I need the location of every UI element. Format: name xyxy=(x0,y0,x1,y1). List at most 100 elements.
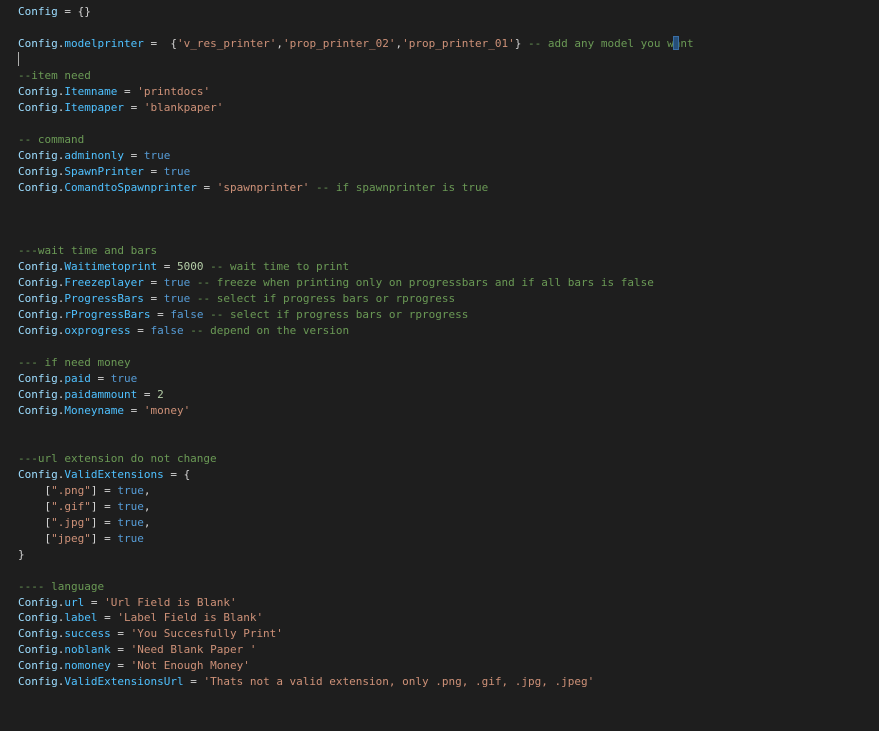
code-line[interactable]: Config.success = 'You Succesfully Print' xyxy=(18,626,283,642)
code-token: = xyxy=(84,595,105,609)
code-token: -- if spawnprinter is true xyxy=(316,180,489,194)
code-line[interactable]: Config.url = 'Url Field is Blank' xyxy=(18,595,237,611)
code-line[interactable]: Config.label = 'Label Field is Blank' xyxy=(18,610,263,626)
code-token: true xyxy=(143,148,171,162)
code-line[interactable]: Config.rProgressBars = false -- select i… xyxy=(18,307,468,323)
code-token: 'Label Field is Blank' xyxy=(117,611,264,625)
code-line[interactable]: Config.adminonly = true xyxy=(18,148,170,164)
code-token: 'prop_printer_02' xyxy=(282,36,396,50)
code-token: [ xyxy=(18,515,52,529)
code-line[interactable]: Config.Itempaper = 'blankpaper' xyxy=(18,100,223,116)
code-token: oxprogress xyxy=(64,324,131,338)
code-line[interactable]: } xyxy=(18,547,25,563)
code-line[interactable]: ---wait time and bars xyxy=(18,243,157,259)
code-line[interactable]: Config.SpawnPrinter = true xyxy=(18,164,190,180)
code-token: ComandtoSpawnprinter xyxy=(64,180,197,194)
code-token: Config xyxy=(18,404,58,417)
code-editor[interactable]: Config = {} Config.modelprinter = {'v_res… xyxy=(0,0,879,731)
code-token: } xyxy=(18,547,25,561)
code-token: = xyxy=(143,164,164,178)
code-token: Config xyxy=(18,84,58,98)
code-token: Freezeplayer xyxy=(64,276,144,290)
code-token: 5000 xyxy=(176,260,204,274)
code-token: true xyxy=(163,276,191,290)
code-line[interactable]: ---url extension do not change xyxy=(18,451,217,467)
code-token: Config xyxy=(18,180,58,194)
code-line[interactable]: [".gif"] = true, xyxy=(18,499,150,515)
code-token: true xyxy=(163,292,191,306)
code-token: , xyxy=(143,515,151,529)
code-line[interactable]: Config.ProgressBars = true -- select if … xyxy=(18,291,455,307)
code-token: false xyxy=(150,324,184,338)
code-line[interactable]: Config.ValidExtensions = { xyxy=(18,467,190,483)
code-token: nomoney xyxy=(64,659,111,673)
code-line[interactable]: [".png"] = true, xyxy=(18,483,150,499)
code-token: 'Thats not a valid extension, only .png,… xyxy=(203,675,595,689)
code-token: 'printdocs' xyxy=(137,84,211,98)
code-line[interactable]: Config = {} xyxy=(18,4,91,20)
code-token: Config xyxy=(18,659,58,673)
code-token: , xyxy=(276,36,283,50)
code-line[interactable]: Config.noblank = 'Need Blank Paper ' xyxy=(18,642,256,658)
code-line[interactable]: --- if need money xyxy=(18,355,131,371)
code-token: paid xyxy=(64,372,91,386)
code-line[interactable]: Config.oxprogress = false -- depend on t… xyxy=(18,323,349,339)
code-token: Config xyxy=(18,164,58,178)
code-token: -- select if progress bars or rprogress xyxy=(196,292,456,306)
code-line[interactable]: ["jpeg"] = true xyxy=(18,531,143,547)
code-token: -- add any model you want xyxy=(528,36,694,50)
code-token: = xyxy=(110,627,131,641)
code-token: label xyxy=(64,611,98,625)
code-token: [ xyxy=(18,499,52,513)
text-cursor xyxy=(18,52,19,66)
code-token: Config xyxy=(18,260,58,274)
code-token: 2 xyxy=(157,388,164,402)
code-token: -- select if progress bars or rprogress xyxy=(210,308,469,322)
code-line[interactable]: Config.modelprinter = {'v_res_printer','… xyxy=(18,36,694,52)
code-token: adminonly xyxy=(64,148,124,162)
code-line[interactable]: Config.Itemname = 'printdocs' xyxy=(18,84,210,100)
code-token: Config xyxy=(18,36,58,50)
code-token: = xyxy=(110,643,131,657)
code-line[interactable]: Config.Waitimetoprint = 5000 -- wait tim… xyxy=(18,259,349,275)
code-line[interactable]: -- command xyxy=(18,132,84,148)
code-token: Moneyname xyxy=(64,404,124,417)
code-token: Config xyxy=(18,467,58,481)
code-line[interactable]: --item need xyxy=(18,68,91,84)
code-line[interactable]: Config.Moneyname = 'money' xyxy=(18,403,190,419)
code-line[interactable]: Config.Freezeplayer = true -- freeze whe… xyxy=(18,275,654,291)
code-token: ] = xyxy=(90,531,118,545)
code-token: 'Need Blank Paper ' xyxy=(130,643,257,657)
code-line[interactable]: Config.paidammount = 2 xyxy=(18,387,164,403)
code-line[interactable]: Config.ValidExtensionsUrl = 'Thats not a… xyxy=(18,674,594,690)
code-token: ".png" xyxy=(51,483,91,497)
code-token: = xyxy=(157,260,177,274)
code-line[interactable]: ---- language xyxy=(18,579,104,595)
code-token: ---- language xyxy=(18,579,105,593)
code-token: modelprinter xyxy=(64,36,144,50)
code-line[interactable]: Config.nomoney = 'Not Enough Money' xyxy=(18,658,250,674)
code-token: paidammount xyxy=(64,388,138,402)
code-token: = { xyxy=(163,467,191,481)
code-line[interactable]: Config.ComandtoSpawnprinter = 'spawnprin… xyxy=(18,180,488,196)
code-token: 'prop_printer_01' xyxy=(402,36,515,50)
code-token: Config xyxy=(18,611,58,625)
code-token: Config xyxy=(18,643,58,657)
code-token: } xyxy=(514,36,529,50)
code-token: url xyxy=(64,595,85,609)
code-token: ".jpg" xyxy=(51,515,91,529)
code-line[interactable]: [".jpg"] = true, xyxy=(18,515,151,531)
code-token: Itemname xyxy=(64,84,118,98)
code-token: -- depend on the version xyxy=(190,324,350,338)
code-token: ] = xyxy=(90,515,118,529)
code-token: Config xyxy=(18,308,58,322)
code-token: rProgressBars xyxy=(64,308,151,322)
code-token: Config xyxy=(18,148,58,162)
code-token: true xyxy=(117,483,144,497)
code-token: Config xyxy=(18,372,58,386)
code-token: Config xyxy=(18,292,58,306)
code-line[interactable]: Config.paid = true xyxy=(18,371,137,387)
code-token: 'spawnprinter' xyxy=(216,180,310,194)
code-token: success xyxy=(64,627,111,641)
